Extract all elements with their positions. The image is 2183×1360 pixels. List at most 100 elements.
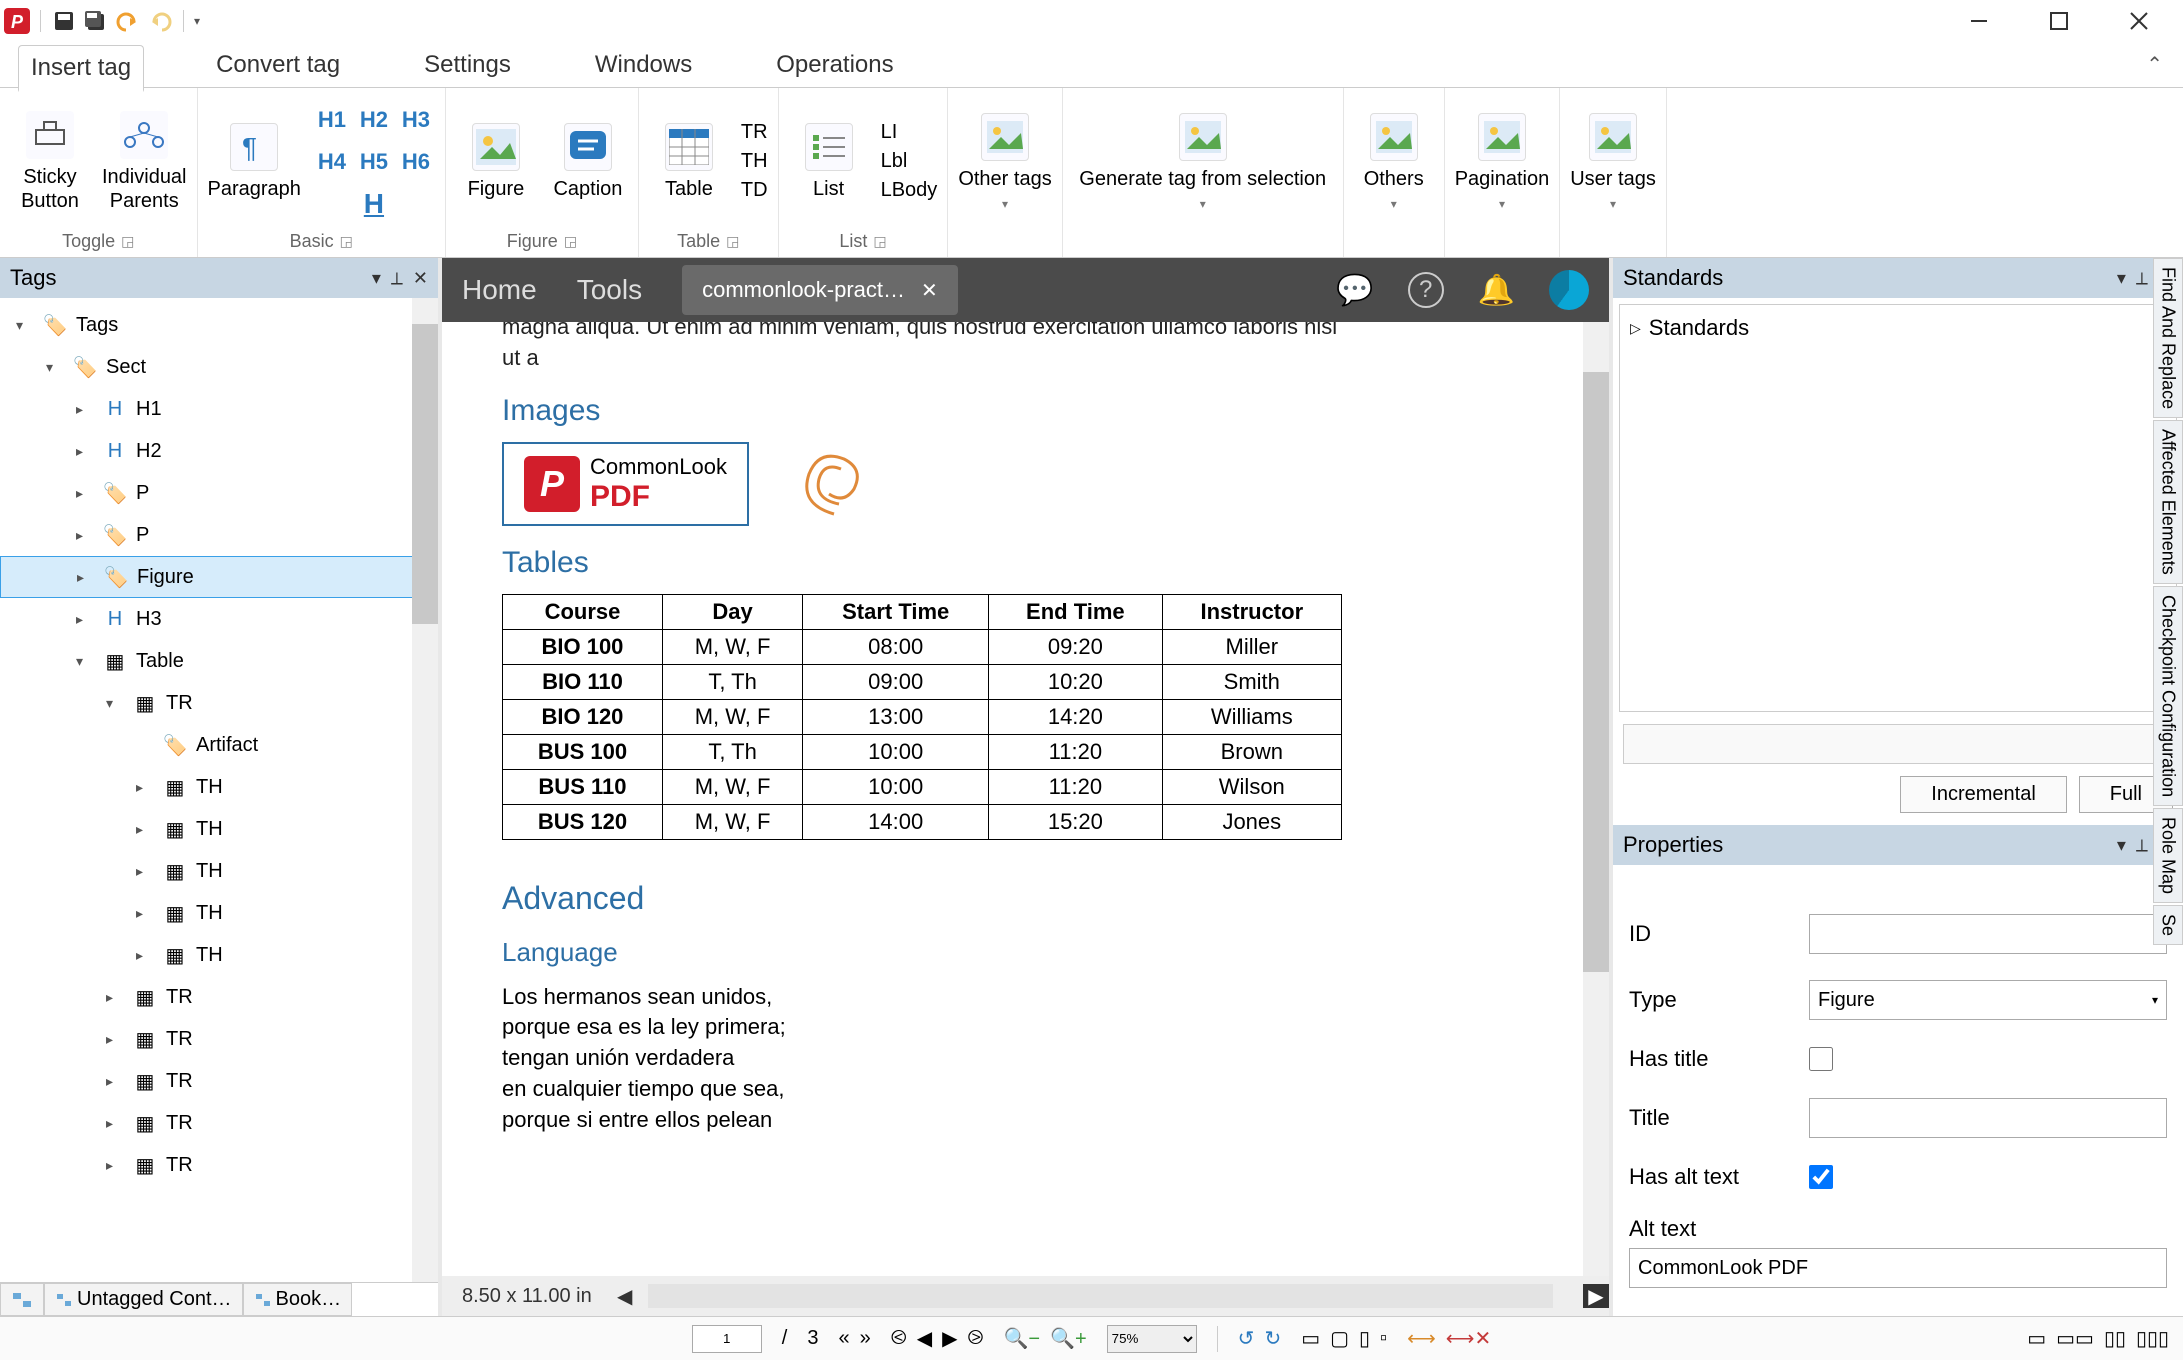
rotate-cw-icon[interactable]: ↻	[1264, 1326, 1281, 1351]
zoom-select[interactable]: 75%	[1107, 1325, 1197, 1353]
tree-item-p[interactable]: ▸🏷️P	[0, 472, 438, 514]
tree-item-h2[interactable]: ▸HH2	[0, 430, 438, 472]
tree-item-th[interactable]: ▸▦TH	[0, 934, 438, 976]
tree-item-tr[interactable]: ▸▦TR	[0, 976, 438, 1018]
sticky-button[interactable]: Sticky Button	[10, 111, 90, 213]
scroll-left-icon[interactable]: ◀	[612, 1284, 638, 1309]
tree-item-sect[interactable]: ▾🏷️Sect	[0, 346, 438, 388]
others-button[interactable]: Others▾	[1354, 113, 1434, 211]
h3-button[interactable]: H3	[397, 101, 435, 139]
fit-width-icon[interactable]: ▢	[1330, 1326, 1349, 1351]
individual-parents-button[interactable]: Individual Parents	[102, 111, 187, 213]
scrollbar[interactable]	[1583, 322, 1609, 1276]
scrollbar-thumb[interactable]	[1583, 372, 1609, 972]
h6-button[interactable]: H6	[397, 143, 435, 181]
ruler-h-icon[interactable]: ⟷	[1407, 1326, 1436, 1351]
pin-icon[interactable]: ⟂	[2136, 268, 2148, 289]
tree-item-tags[interactable]: ▾🏷️Tags	[0, 304, 438, 346]
comment-icon[interactable]: 💬	[1336, 273, 1373, 308]
tree-item-h1[interactable]: ▸HH1	[0, 388, 438, 430]
tree-item-th[interactable]: ▸▦TH	[0, 892, 438, 934]
scrollbar[interactable]	[648, 1284, 1553, 1308]
bottom-tab-structure[interactable]	[0, 1283, 44, 1316]
h1-button[interactable]: H1	[313, 101, 351, 139]
zoom-out-icon[interactable]: 🔍−	[1003, 1326, 1040, 1351]
li-button[interactable]: LI	[881, 121, 938, 144]
tree-item-tr[interactable]: ▸▦TR	[0, 1144, 438, 1186]
rotate-ccw-icon[interactable]: ↺	[1238, 1326, 1255, 1351]
layout-4-icon[interactable]: ▯▯▯	[2136, 1326, 2169, 1351]
dialog-launcher-icon[interactable]: ◲	[121, 233, 134, 250]
side-tab[interactable]: Find And Replace	[2153, 258, 2183, 418]
nav-last-icon[interactable]: ⧁	[967, 1327, 983, 1350]
h-button[interactable]: H	[313, 185, 435, 223]
close-button[interactable]	[2119, 6, 2159, 36]
pagination-button[interactable]: Pagination▾	[1455, 113, 1550, 211]
tree-item-figure[interactable]: ▸🏷️Figure	[0, 556, 438, 598]
save-icon[interactable]	[51, 8, 77, 34]
scroll-up-icon[interactable]: ⌃	[1613, 865, 2183, 894]
side-tab[interactable]: Se	[2153, 905, 2183, 945]
tab-operations[interactable]: Operations	[764, 43, 905, 87]
fit-page-icon[interactable]: ▭	[1301, 1326, 1320, 1351]
h2-button[interactable]: H2	[355, 101, 393, 139]
tree-item-th[interactable]: ▸▦TH	[0, 766, 438, 808]
type-select[interactable]: Figure▾	[1809, 980, 2167, 1020]
lbody-button[interactable]: LBody	[881, 179, 938, 202]
avatar[interactable]	[1549, 270, 1589, 310]
title-input[interactable]	[1809, 1098, 2167, 1138]
ribbon-collapse-icon[interactable]: ⌃	[2146, 52, 2163, 77]
tree-item-tr[interactable]: ▸▦TR	[0, 1060, 438, 1102]
layout-1-icon[interactable]: ▭	[2027, 1326, 2046, 1351]
page-input[interactable]	[692, 1325, 762, 1353]
th-button[interactable]: TH	[741, 150, 768, 173]
bottom-tab-untagged[interactable]: Untagged Cont…	[44, 1283, 243, 1316]
fit-height-icon[interactable]: ▯	[1359, 1326, 1370, 1351]
tree-item-h3[interactable]: ▸HH3	[0, 598, 438, 640]
side-tab[interactable]: Role Map	[2153, 808, 2183, 903]
panel-menu-icon[interactable]: ▾	[2117, 835, 2126, 856]
panel-menu-icon[interactable]: ▾	[2117, 268, 2126, 289]
bell-icon[interactable]: 🔔	[1478, 273, 1515, 308]
tr-button[interactable]: TR	[741, 121, 768, 144]
doc-tab[interactable]: commonlook-pract… ✕	[682, 265, 958, 315]
close-icon[interactable]: ✕	[921, 278, 938, 303]
pin-icon[interactable]: ⟂	[2136, 835, 2148, 856]
doc-tools[interactable]: Tools	[577, 274, 642, 306]
tags-tree[interactable]: ▾🏷️Tags ▾🏷️Sect ▸HH1 ▸HH2 ▸🏷️P ▸🏷️P ▸🏷️F…	[0, 298, 438, 1282]
ruler-clear-icon[interactable]: ⟷✕	[1446, 1326, 1491, 1351]
user-tags-button[interactable]: User tags▾	[1570, 113, 1656, 211]
help-icon[interactable]: ?	[1408, 272, 1444, 308]
qat-dropdown-icon[interactable]: ▾	[194, 14, 200, 28]
close-icon[interactable]: ✕	[413, 268, 428, 289]
tab-windows[interactable]: Windows	[583, 43, 704, 87]
nav-next-icon[interactable]: ▶	[942, 1326, 957, 1351]
layout-2-icon[interactable]: ▭▭	[2056, 1326, 2094, 1351]
lbl-button[interactable]: Lbl	[881, 150, 938, 173]
dialog-launcher-icon[interactable]: ◲	[564, 233, 577, 250]
nav-first-icon[interactable]: ⧀	[891, 1327, 907, 1350]
tree-item-p[interactable]: ▸🏷️P	[0, 514, 438, 556]
tab-insert-tag[interactable]: Insert tag	[18, 45, 144, 92]
has-alt-checkbox[interactable]	[1809, 1165, 1833, 1189]
incremental-button[interactable]: Incremental	[1900, 776, 2067, 813]
h5-button[interactable]: H5	[355, 143, 393, 181]
id-input[interactable]	[1809, 914, 2167, 954]
has-title-checkbox[interactable]	[1809, 1047, 1833, 1071]
layout-3-icon[interactable]: ▯▯	[2104, 1326, 2126, 1351]
table-button[interactable]: Table	[649, 123, 729, 201]
undo-icon[interactable]	[115, 8, 141, 34]
tree-item-tr[interactable]: ▸▦TR	[0, 1018, 438, 1060]
dialog-launcher-icon[interactable]: ◲	[340, 233, 353, 250]
paragraph-button[interactable]: ¶ Paragraph	[208, 123, 301, 201]
tree-item-th[interactable]: ▸▦TH	[0, 808, 438, 850]
zoom-in-icon[interactable]: 🔍+	[1050, 1326, 1087, 1351]
actual-size-icon[interactable]: ▫	[1380, 1327, 1387, 1350]
figure-button[interactable]: Figure	[456, 123, 536, 201]
panel-menu-icon[interactable]: ▾	[372, 268, 381, 289]
tree-item-artifact[interactable]: 🏷️Artifact	[0, 724, 438, 766]
other-tags-button[interactable]: Other tags▾	[958, 113, 1051, 211]
maximize-button[interactable]	[2039, 6, 2079, 36]
standards-root[interactable]: ▷Standards	[1630, 315, 2166, 341]
next-page-icon[interactable]: »	[860, 1327, 871, 1350]
